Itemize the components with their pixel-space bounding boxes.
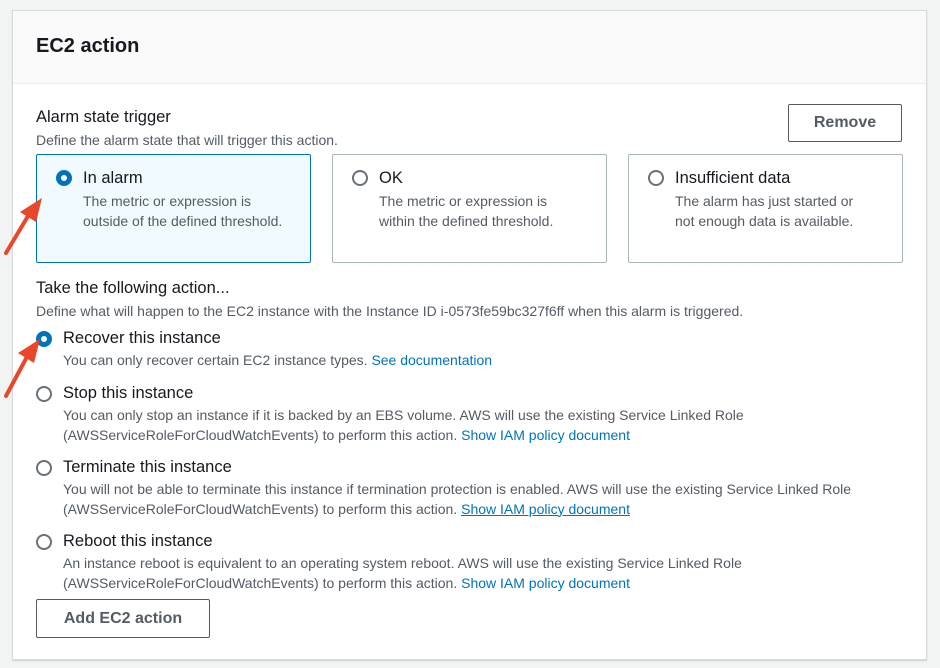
in-alarm-label: In alarm <box>83 169 143 187</box>
recover-description-text: You can only recover certain EC2 instanc… <box>63 352 372 368</box>
insufficient-data-radio[interactable] <box>648 170 664 186</box>
reboot-radio[interactable] <box>36 534 52 550</box>
panel-title: EC2 action <box>36 35 140 57</box>
terminate-description-text: You will not be able to terminate this i… <box>63 481 852 517</box>
see-documentation-link[interactable]: See documentation <box>371 352 492 368</box>
insufficient-data-label: Insufficient data <box>675 169 791 187</box>
reboot-description-text: An instance reboot is equivalent to an o… <box>63 555 742 591</box>
ok-label: OK <box>379 169 403 187</box>
ec2-action-panel: EC2 action Alarm state trigger Define th… <box>12 10 927 660</box>
take-action-description: Define what will happen to the EC2 insta… <box>36 303 744 319</box>
take-action-title: Take the following action... <box>36 279 230 297</box>
annotation-arrow-in-alarm <box>4 198 42 255</box>
insufficient-data-description: The alarm has just started or not enough… <box>675 193 854 229</box>
alarm-state-trigger-title: Alarm state trigger <box>36 108 171 126</box>
add-ec2-action-button[interactable]: Add EC2 action <box>36 599 210 638</box>
terminate-radio[interactable] <box>36 460 52 476</box>
panel-header: EC2 action <box>13 11 926 84</box>
ok-description: The metric or expression is within the d… <box>379 193 554 229</box>
reboot-label: Reboot this instance <box>63 532 213 550</box>
in-alarm-radio[interactable] <box>56 170 72 186</box>
stop-description: You can only stop an instance if it is b… <box>63 406 903 445</box>
trigger-tile-insufficient-data[interactable]: Insufficient data The alarm has just sta… <box>628 154 903 263</box>
trigger-tile-in-alarm[interactable]: In alarm The metric or expression is out… <box>36 154 311 263</box>
terminate-description: You will not be able to terminate this i… <box>63 480 903 519</box>
recover-label: Recover this instance <box>63 329 221 347</box>
terminate-iam-policy-link[interactable]: Show IAM policy document <box>461 501 630 517</box>
stop-description-text: You can only stop an instance if it is b… <box>63 407 744 443</box>
trigger-tile-ok[interactable]: OK The metric or expression is within th… <box>332 154 607 263</box>
alarm-state-trigger-description: Define the alarm state that will trigger… <box>36 132 338 148</box>
annotation-arrow-recover <box>4 339 40 398</box>
terminate-label: Terminate this instance <box>63 458 232 476</box>
reboot-iam-policy-link[interactable]: Show IAM policy document <box>461 575 630 591</box>
ok-radio[interactable] <box>352 170 368 186</box>
in-alarm-description: The metric or expression is outside of t… <box>83 193 283 229</box>
stop-label: Stop this instance <box>63 384 194 402</box>
stop-iam-policy-link[interactable]: Show IAM policy document <box>461 427 630 443</box>
recover-description: You can only recover certain EC2 instanc… <box>63 351 903 371</box>
remove-button[interactable]: Remove <box>788 104 902 142</box>
reboot-description: An instance reboot is equivalent to an o… <box>63 554 903 593</box>
